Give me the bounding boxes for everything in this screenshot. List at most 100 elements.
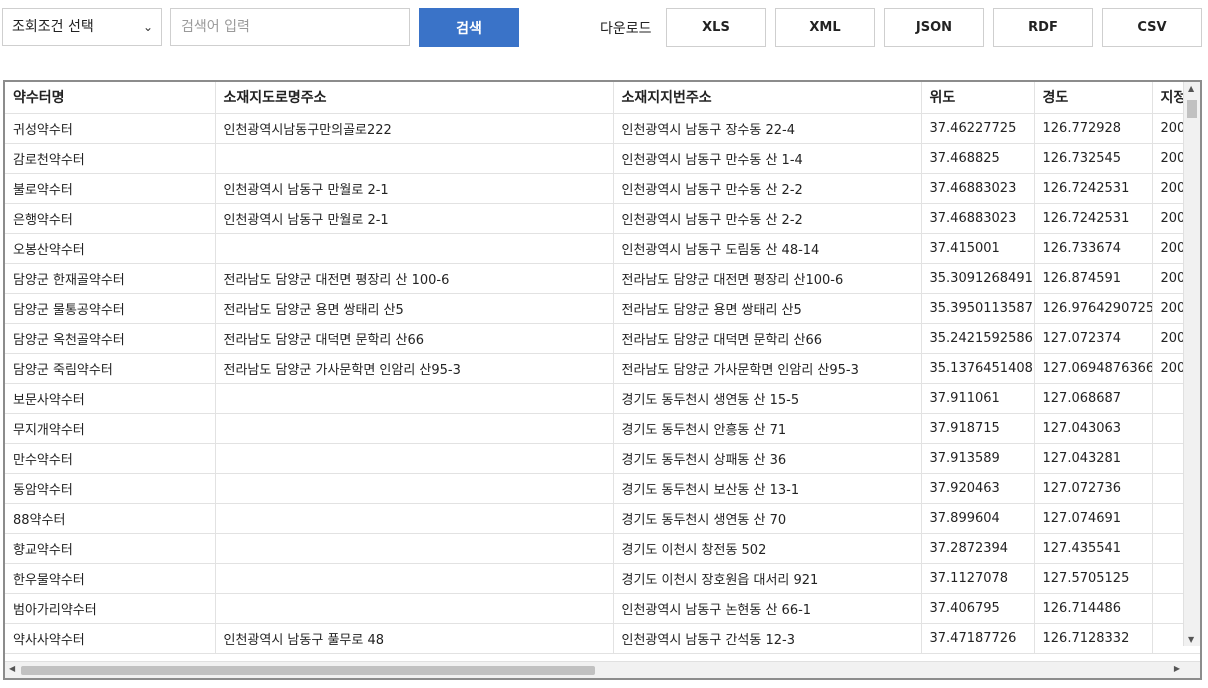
cell-latitude: 37.2872394 (921, 533, 1035, 564)
cell-lot-address: 전라남도 담양군 대전면 평장리 산100-6 (613, 263, 922, 294)
cell-latitude: 37.406795 (921, 593, 1035, 624)
cell-name: 한우물약수터 (5, 563, 216, 594)
cell-latitude: 35.3091268491 (921, 263, 1035, 294)
cell-latitude: 37.899604 (921, 503, 1035, 534)
cell-name: 감로천약수터 (5, 143, 216, 174)
table-row[interactable]: 동암약수터 경기도 동두천시 보산동 산 13-1 37.920463 127.072… (5, 473, 1200, 504)
table-row[interactable]: 담양군 한재골약수터 전라남도 담양군 대전면 평장리 산 100-6 전라남도 담… (5, 263, 1200, 294)
table-row[interactable]: 불로약수터 인천광역시 남동구 만월로 2-1 인천광역시 남동구 만수동 산 2-… (5, 173, 1200, 204)
column-header-longitude[interactable]: 경도 (1034, 82, 1153, 114)
cell-longitude: 127.072374 (1034, 323, 1153, 354)
cell-lot-address: 전라남도 담양군 가사문학면 인암리 산95-3 (613, 353, 922, 384)
table-row[interactable]: 담양군 옥천골약수터 전라남도 담양군 대덕면 문학리 산66 전라남도 담양군 대… (5, 323, 1200, 354)
download-label: 다운로드 (600, 21, 652, 37)
cell-name: 은행약수터 (5, 203, 216, 234)
cell-road-address: 전라남도 담양군 용면 쌍태리 산5 (215, 293, 614, 324)
cell-road-address: 인천광역시남동구만의골로222 (215, 113, 614, 144)
cell-latitude: 35.3950113587 (921, 293, 1035, 324)
cell-name: 담양군 죽림약수터 (5, 353, 216, 384)
cell-longitude: 126.874591 (1034, 263, 1153, 294)
download-csv-button[interactable]: CSV (1102, 8, 1202, 47)
table-row[interactable]: 담양군 죽림약수터 전라남도 담양군 가사문학면 인암리 산95-3 전라남도 담양… (5, 353, 1200, 384)
column-header-name[interactable]: 약수터명 (5, 82, 216, 114)
search-condition-select[interactable]: 조회조건 선택 ⌄ (2, 8, 162, 46)
cell-road-address (215, 563, 614, 594)
cell-name: 무지개약수터 (5, 413, 216, 444)
cell-longitude: 126.733674 (1034, 233, 1153, 264)
cell-name: 범아가리약수터 (5, 593, 216, 624)
cell-longitude: 127.068687 (1034, 383, 1153, 414)
cell-road-address: 인천광역시 남동구 만월로 2-1 (215, 203, 614, 234)
cell-road-address (215, 143, 614, 174)
table-header-row: 약수터명 소재지도로명주소 소재지지번주소 위도 경도 지정 (5, 82, 1200, 114)
cell-longitude: 127.074691 (1034, 503, 1153, 534)
search-condition-label: 조회조건 선택 (12, 19, 94, 35)
table-row[interactable]: 88약수터 경기도 동두천시 생연동 산 70 37.899604 127.07469… (5, 503, 1200, 534)
cell-road-address (215, 233, 614, 264)
cell-lot-address: 전라남도 담양군 용면 쌍태리 산5 (613, 293, 922, 324)
column-header-lot-address[interactable]: 소재지지번주소 (613, 82, 922, 114)
scroll-right-arrow-icon[interactable]: ▶ (1174, 664, 1180, 673)
scroll-left-arrow-icon[interactable]: ◀ (9, 664, 15, 673)
column-header-latitude[interactable]: 위도 (921, 82, 1035, 114)
cell-lot-address: 인천광역시 남동구 간석동 12-3 (613, 623, 922, 654)
cell-name: 보문사약수터 (5, 383, 216, 414)
scroll-down-arrow-icon[interactable]: ▼ (1188, 635, 1194, 644)
cell-latitude: 35.1376451408 (921, 353, 1035, 384)
cell-road-address (215, 533, 614, 564)
table-row[interactable]: 한우물약수터 경기도 이천시 장호원읍 대서리 921 37.1127078 127.… (5, 563, 1200, 594)
cell-name: 담양군 한재골약수터 (5, 263, 216, 294)
search-input[interactable] (170, 8, 410, 46)
download-xml-button[interactable]: XML (775, 8, 875, 47)
vertical-scrollbar[interactable]: ▲ ▼ (1183, 82, 1200, 646)
cell-name: 귀성약수터 (5, 113, 216, 144)
cell-road-address: 전라남도 담양군 가사문학면 인암리 산95-3 (215, 353, 614, 384)
cell-name: 약사사약수터 (5, 623, 216, 654)
cell-name: 향교약수터 (5, 533, 216, 564)
table-row[interactable]: 향교약수터 경기도 이천시 창전동 502 37.2872394 127.435541 (5, 533, 1200, 564)
cell-name: 동암약수터 (5, 473, 216, 504)
search-button[interactable]: 검색 (419, 8, 519, 47)
table-row[interactable]: 오봉산약수터 인천광역시 남동구 도림동 산 48-14 37.415001 126.… (5, 233, 1200, 264)
cell-latitude: 37.46227725 (921, 113, 1035, 144)
download-rdf-button[interactable]: RDF (993, 8, 1093, 47)
cell-longitude: 127.435541 (1034, 533, 1153, 564)
download-xls-button[interactable]: XLS (666, 8, 766, 47)
cell-latitude: 37.46883023 (921, 173, 1035, 204)
cell-lot-address: 인천광역시 남동구 논현동 산 66-1 (613, 593, 922, 624)
table-body: 귀성약수터 인천광역시남동구만의골로222 인천광역시 남동구 장수동 22-4 37… (5, 113, 1200, 654)
vertical-scroll-thumb[interactable] (1187, 100, 1197, 118)
cell-lot-address: 경기도 동두천시 생연동 산 15-5 (613, 383, 922, 414)
cell-latitude: 37.415001 (921, 233, 1035, 264)
cell-longitude: 127.043281 (1034, 443, 1153, 474)
cell-longitude: 127.0694876366 (1034, 353, 1153, 384)
column-header-road-address[interactable]: 소재지도로명주소 (215, 82, 614, 114)
table-row[interactable]: 은행약수터 인천광역시 남동구 만월로 2-1 인천광역시 남동구 만수동 산 2-… (5, 203, 1200, 234)
cell-lot-address: 경기도 이천시 장호원읍 대서리 921 (613, 563, 922, 594)
cell-longitude: 126.714486 (1034, 593, 1153, 624)
table-row[interactable]: 무지개약수터 경기도 동두천시 안흥동 산 71 37.918715 127.0430… (5, 413, 1200, 444)
horizontal-scrollbar[interactable]: ◀ ▶ (5, 661, 1200, 678)
cell-lot-address: 경기도 이천시 창전동 502 (613, 533, 922, 564)
table-row[interactable]: 만수약수터 경기도 동두천시 상패동 산 36 37.913589 127.04328… (5, 443, 1200, 474)
cell-road-address (215, 503, 614, 534)
table-row[interactable]: 감로천약수터 인천광역시 남동구 만수동 산 1-4 37.468825 126.73… (5, 143, 1200, 174)
download-json-button[interactable]: JSON (884, 8, 984, 47)
cell-latitude: 37.46883023 (921, 203, 1035, 234)
cell-road-address: 전라남도 담양군 대전면 평장리 산 100-6 (215, 263, 614, 294)
cell-name: 오봉산약수터 (5, 233, 216, 264)
table-row[interactable]: 담양군 물통공약수터 전라남도 담양군 용면 쌍태리 산5 전라남도 담양군 용면 … (5, 293, 1200, 324)
table-row[interactable]: 범아가리약수터 인천광역시 남동구 논현동 산 66-1 37.406795 126.… (5, 593, 1200, 624)
scroll-up-arrow-icon[interactable]: ▲ (1188, 84, 1194, 93)
table-row[interactable]: 귀성약수터 인천광역시남동구만의골로222 인천광역시 남동구 장수동 22-4 37… (5, 113, 1200, 144)
cell-name: 담양군 물통공약수터 (5, 293, 216, 324)
cell-longitude: 126.7242531 (1034, 203, 1153, 234)
cell-latitude: 37.468825 (921, 143, 1035, 174)
cell-road-address (215, 443, 614, 474)
table-row[interactable]: 약사사약수터 인천광역시 남동구 풀무로 48 인천광역시 남동구 간석동 12-3… (5, 623, 1200, 654)
cell-lot-address: 경기도 동두천시 보산동 산 13-1 (613, 473, 922, 504)
cell-latitude: 37.1127078 (921, 563, 1035, 594)
cell-longitude: 127.043063 (1034, 413, 1153, 444)
horizontal-scroll-thumb[interactable] (21, 666, 595, 675)
table-row[interactable]: 보문사약수터 경기도 동두천시 생연동 산 15-5 37.911061 127.06… (5, 383, 1200, 414)
